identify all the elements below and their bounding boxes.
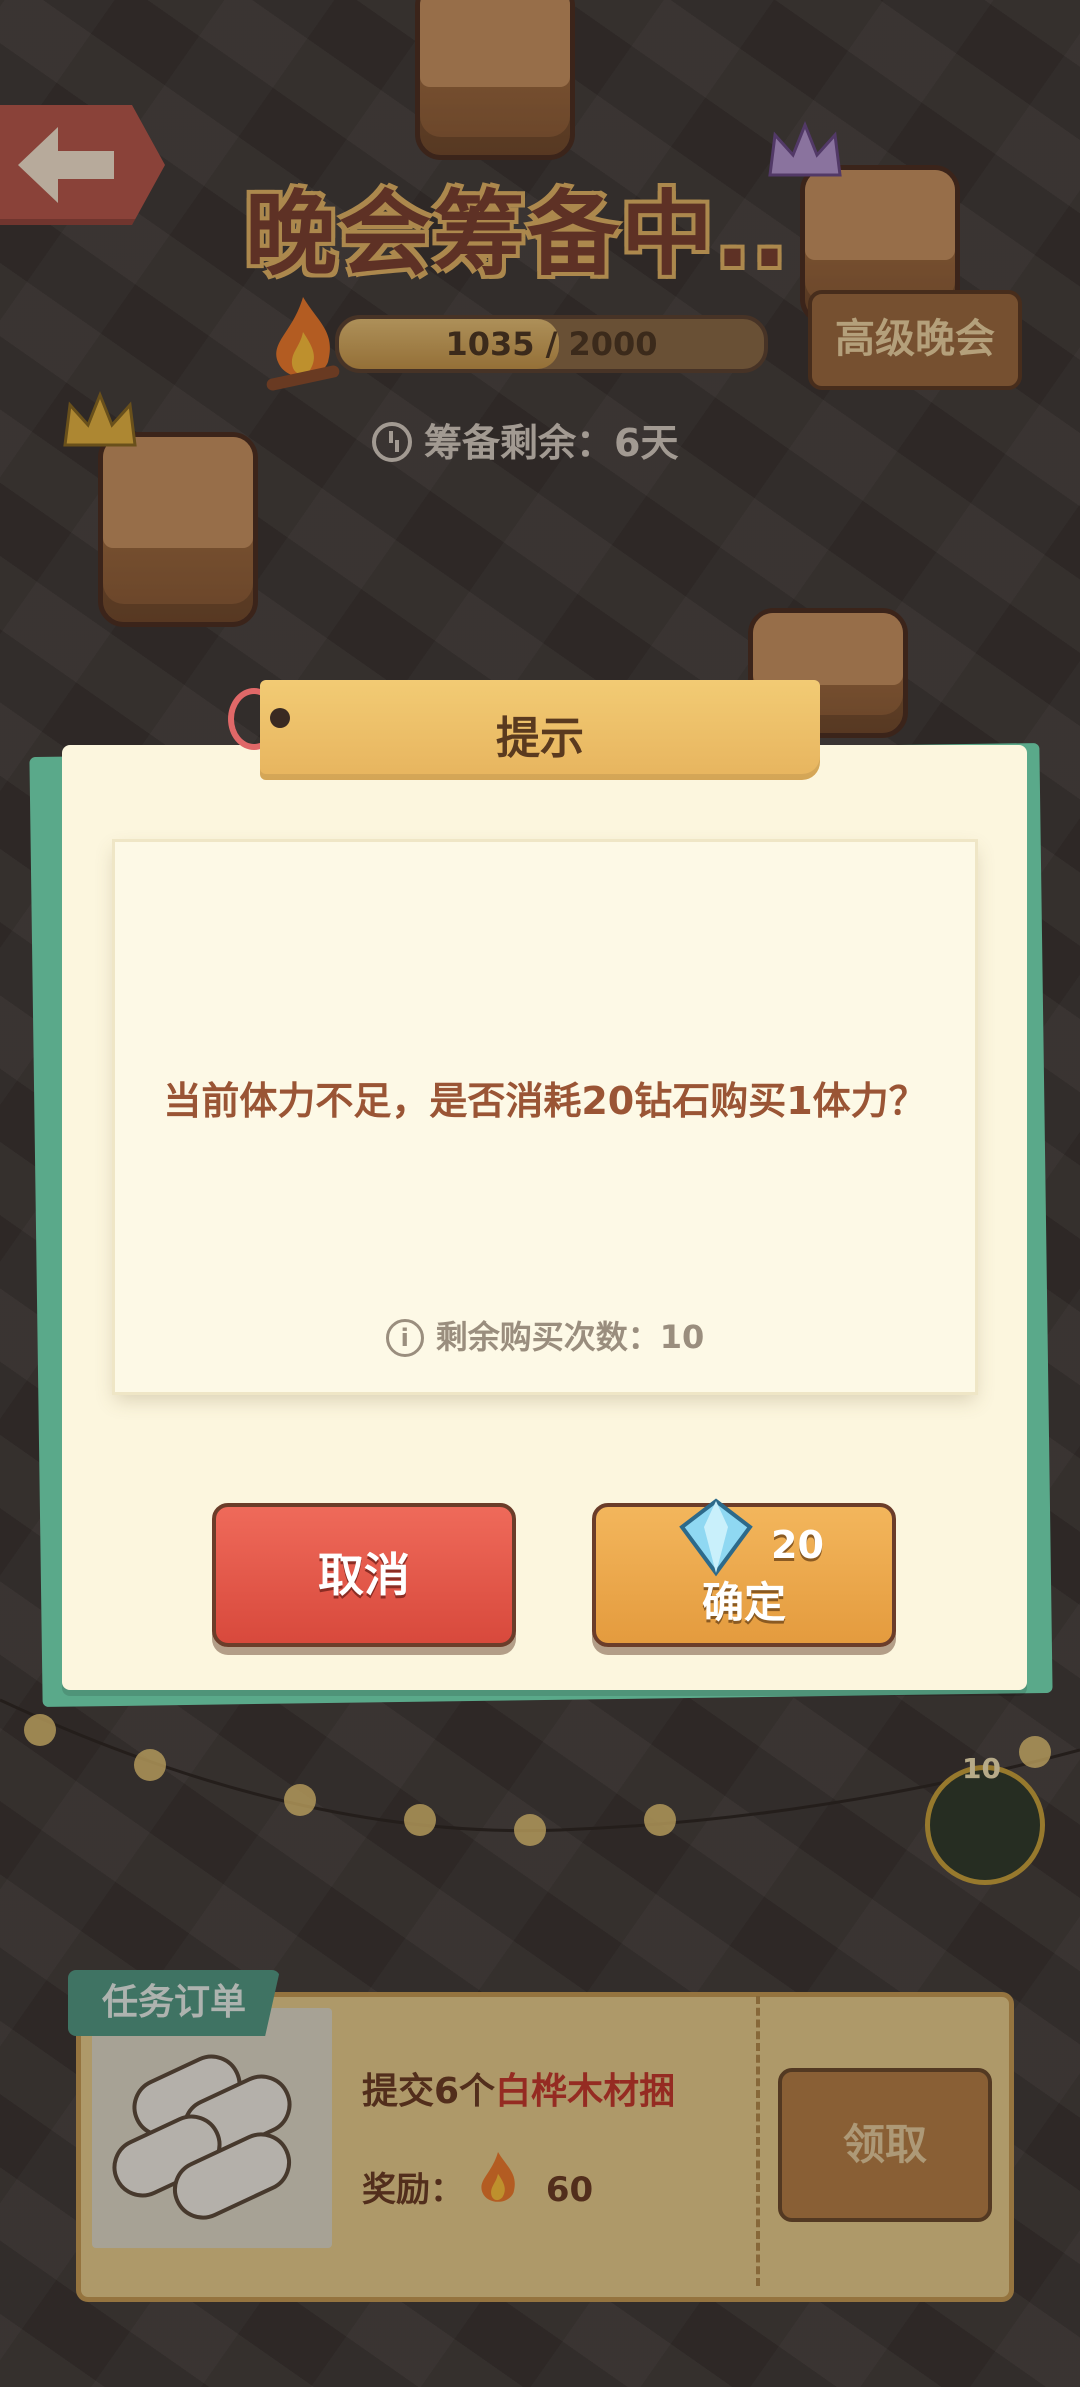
remaining-purchases: i 剩余购买次数：10 (115, 1312, 975, 1358)
confirm-cost: 20 (771, 1523, 824, 1567)
dialog-title: 提示 (496, 713, 584, 764)
confirm-label: 确定 (701, 1578, 786, 1627)
dialog-header: 提示 (260, 680, 820, 780)
confirm-button[interactable]: 20 确定 (592, 1498, 896, 1647)
dialog-message: 当前体力不足，是否消耗20钻石购买1体力？ (163, 1079, 927, 1123)
pin-icon (270, 708, 290, 728)
cancel-button[interactable]: 取消 (212, 1503, 516, 1647)
remaining-purchases-text: 剩余购买次数：10 (435, 1318, 705, 1356)
dialog-message-panel: 当前体力不足，是否消耗20钻石购买1体力？ i 剩余购买次数：10 (115, 842, 975, 1392)
info-icon: i (385, 1319, 424, 1357)
